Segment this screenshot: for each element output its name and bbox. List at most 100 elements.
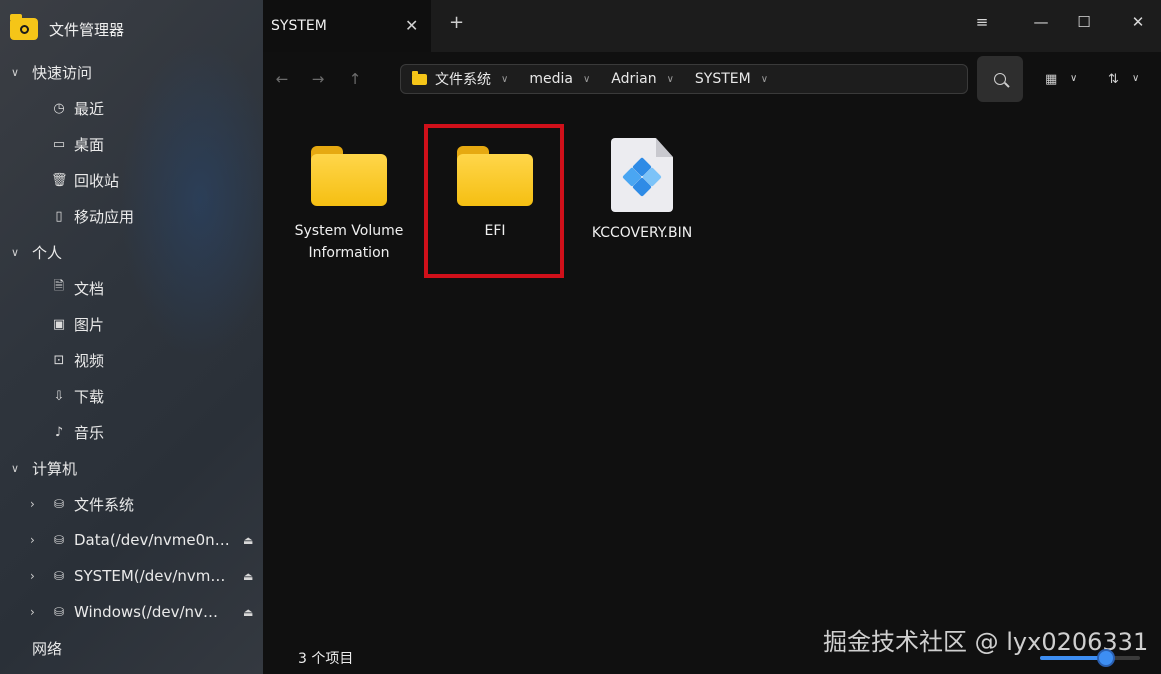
grid-view-icon[interactable]: ▦ bbox=[1045, 72, 1057, 87]
search-icon bbox=[994, 73, 1006, 85]
image-icon: ▣ bbox=[52, 316, 66, 332]
section-label: 计算机 bbox=[32, 459, 78, 478]
app-header: 文件管理器 bbox=[10, 14, 124, 44]
chevron-down-icon: ∨ bbox=[10, 245, 20, 259]
folder-icon bbox=[311, 146, 387, 206]
tab-bar: SYSTEM ✕ + ≡ — ☐ ✕ bbox=[263, 0, 1161, 52]
section-quick-access[interactable]: ∨ 快速访问 bbox=[0, 54, 263, 90]
file-item-system-volume-information[interactable]: System Volume Information bbox=[279, 132, 419, 264]
menu-icon[interactable]: ≡ bbox=[970, 13, 994, 31]
file-item-kccovery-bin[interactable]: KCCOVERY.BIN bbox=[572, 132, 712, 244]
back-arrow-icon[interactable]: ← bbox=[272, 70, 292, 88]
sidebar-item-mobile-apps[interactable]: ▯ 移动应用 bbox=[0, 198, 263, 234]
toolbar: ← → ↑ 文件系统 ∨ media ∨ Adrian ∨ SYSTEM ∨ ▦… bbox=[263, 52, 1161, 108]
chevron-down-icon: ∨ bbox=[10, 65, 20, 79]
sidebar-item-label: 文件系统 bbox=[74, 495, 135, 514]
trash-icon: 🗑︎ bbox=[51, 172, 68, 188]
sidebar: 文件管理器 ∨ 快速访问 ◷ 最近 ▭ 桌面 🗑︎ 回收站 ▯ 移动应用 ∨ 个… bbox=[0, 0, 263, 674]
sort-icon[interactable]: ⇅ bbox=[1108, 72, 1119, 87]
sidebar-item-label: 视频 bbox=[74, 351, 105, 370]
breadcrumb-item[interactable]: SYSTEM ∨ bbox=[695, 71, 768, 87]
zoom-slider[interactable] bbox=[1040, 649, 1140, 667]
clock-icon: ◷ bbox=[53, 100, 65, 116]
music-icon: ♪ bbox=[54, 424, 64, 440]
forward-arrow-icon[interactable]: → bbox=[308, 70, 328, 88]
chevron-down-icon[interactable]: ∨ bbox=[667, 74, 674, 85]
video-icon: ⊡ bbox=[53, 352, 65, 368]
sidebar-item-system-drive[interactable]: › ⛁ SYSTEM(/dev/nvme0n1p1) ⏏ bbox=[0, 558, 263, 594]
file-name: System Volume Information bbox=[294, 223, 404, 261]
sidebar-item-filesystem[interactable]: › ⛁ 文件系统 bbox=[0, 486, 263, 522]
section-label: 个人 bbox=[32, 243, 63, 262]
sidebar-item-label: 回收站 bbox=[74, 171, 120, 190]
drive-icon: ⛁ bbox=[53, 533, 65, 547]
address-bar[interactable]: 文件系统 ∨ media ∨ Adrian ∨ SYSTEM ∨ bbox=[400, 64, 968, 94]
search-button[interactable] bbox=[977, 56, 1023, 102]
sidebar-item-label: 最近 bbox=[74, 99, 105, 118]
chevron-down-icon: ∨ bbox=[10, 461, 20, 475]
maximize-button[interactable]: ☐ bbox=[1072, 13, 1096, 31]
sidebar-item-music[interactable]: ♪ 音乐 bbox=[0, 414, 263, 450]
file-name: EFI bbox=[484, 223, 506, 239]
chevron-down-icon[interactable]: ∨ bbox=[1070, 73, 1077, 84]
drive-icon: ⛁ bbox=[53, 605, 65, 619]
chevron-right-icon[interactable]: › bbox=[30, 497, 35, 511]
chevron-right-icon[interactable]: › bbox=[30, 569, 35, 583]
sidebar-item-recent[interactable]: ◷ 最近 bbox=[0, 90, 263, 126]
document-icon: 🗎 bbox=[53, 279, 65, 294]
sidebar-item-trash[interactable]: 🗑︎ 回收站 bbox=[0, 162, 263, 198]
close-icon[interactable]: ✕ bbox=[405, 16, 418, 35]
chevron-right-icon[interactable]: › bbox=[30, 605, 35, 619]
chevron-down-icon[interactable]: ∨ bbox=[1132, 73, 1139, 84]
sidebar-item-label: 文档 bbox=[74, 279, 105, 298]
file-item-efi[interactable]: EFI bbox=[425, 132, 565, 242]
download-icon: ⇩ bbox=[53, 388, 65, 404]
sidebar-item-label: 音乐 bbox=[74, 423, 105, 442]
section-computer[interactable]: ∨ 计算机 bbox=[0, 450, 263, 486]
close-window-button[interactable]: ✕ bbox=[1126, 13, 1150, 31]
sidebar-item-label: 移动应用 bbox=[74, 207, 135, 226]
sidebar-item-documents[interactable]: 🗎 文档 bbox=[0, 270, 263, 306]
folder-icon bbox=[457, 146, 533, 206]
breadcrumb-item[interactable]: 文件系统 ∨ bbox=[435, 69, 508, 89]
sidebar-item-videos[interactable]: ⊡ 视频 bbox=[0, 342, 263, 378]
sidebar-item-label: Windows(/dev/nvme0n1p3) bbox=[74, 603, 230, 621]
sidebar-item-data-drive[interactable]: › ⛁ Data(/dev/nvme0n1p5) ⏏ bbox=[0, 522, 263, 558]
phone-icon: ▯ bbox=[55, 208, 63, 224]
tab-system[interactable]: SYSTEM ✕ bbox=[263, 0, 431, 52]
chevron-down-icon[interactable]: ∨ bbox=[583, 74, 590, 85]
main-pane: SYSTEM ✕ + ≡ — ☐ ✕ ← → ↑ 文件系统 ∨ media ∨ … bbox=[263, 0, 1161, 674]
breadcrumb-item[interactable]: media ∨ bbox=[529, 71, 590, 87]
breadcrumb-item[interactable]: Adrian ∨ bbox=[611, 71, 674, 87]
binary-file-icon bbox=[611, 138, 673, 212]
sidebar-item-desktop[interactable]: ▭ 桌面 bbox=[0, 126, 263, 162]
eject-icon[interactable]: ⏏ bbox=[243, 606, 253, 619]
file-manager-logo-icon bbox=[10, 14, 38, 40]
drive-icon: ⛁ bbox=[53, 569, 65, 583]
chevron-down-icon[interactable]: ∨ bbox=[501, 74, 508, 85]
chevron-down-icon[interactable]: ∨ bbox=[761, 74, 768, 85]
sidebar-item-windows-drive[interactable]: › ⛁ Windows(/dev/nvme0n1p3) ⏏ bbox=[0, 594, 263, 630]
section-network[interactable]: 网络 bbox=[0, 630, 263, 666]
sidebar-item-label: SYSTEM(/dev/nvme0n1p1) bbox=[74, 567, 230, 585]
status-item-count: 3 个项目 bbox=[298, 651, 354, 667]
new-tab-button[interactable]: + bbox=[449, 12, 464, 33]
breadcrumb-label: 文件系统 bbox=[435, 72, 491, 88]
sidebar-item-label: 桌面 bbox=[74, 135, 105, 154]
section-personal[interactable]: ∨ 个人 bbox=[0, 234, 263, 270]
breadcrumb-label: media bbox=[529, 71, 573, 87]
sidebar-item-label: 下载 bbox=[74, 387, 105, 406]
folder-icon bbox=[412, 70, 427, 85]
section-label: 网络 bbox=[32, 639, 63, 658]
up-arrow-icon[interactable]: ↑ bbox=[345, 70, 365, 88]
tab-label: SYSTEM bbox=[271, 18, 327, 34]
sidebar-item-pictures[interactable]: ▣ 图片 bbox=[0, 306, 263, 342]
sidebar-item-label: 图片 bbox=[74, 315, 105, 334]
chevron-right-icon[interactable]: › bbox=[30, 533, 35, 547]
breadcrumb-label: Adrian bbox=[611, 71, 657, 87]
zoom-slider-handle[interactable] bbox=[1097, 649, 1115, 667]
eject-icon[interactable]: ⏏ bbox=[243, 570, 253, 583]
eject-icon[interactable]: ⏏ bbox=[243, 534, 253, 547]
sidebar-item-downloads[interactable]: ⇩ 下载 bbox=[0, 378, 263, 414]
minimize-button[interactable]: — bbox=[1029, 13, 1053, 31]
